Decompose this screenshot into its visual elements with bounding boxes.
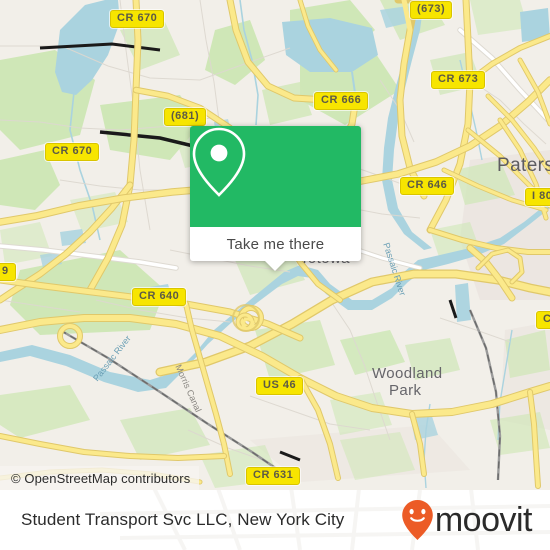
popup-footer[interactable]: Take me there <box>190 227 361 261</box>
map-pin-icon <box>192 127 246 197</box>
moovit-logo[interactable]: moovit <box>401 499 533 541</box>
road-shield: I 80 <box>525 188 550 206</box>
road-shield: (681) <box>164 108 207 126</box>
road-shield: CR 646 <box>400 177 455 195</box>
footer-bar: Student Transport Svc LLC, New York City… <box>0 490 550 550</box>
road-shield: CR 670 <box>110 10 165 28</box>
place-title: Student Transport Svc LLC, New York City <box>21 510 345 529</box>
attribution-bar: © OpenStreetMap contributors <box>0 466 200 490</box>
moovit-smiley-pin-icon <box>402 500 433 540</box>
road-shield: US 46 <box>256 377 304 395</box>
moovit-wordmark: moovit <box>434 501 533 539</box>
road-shield: CR 673 <box>431 71 486 89</box>
popup-header <box>190 126 361 227</box>
attribution-text: © OpenStreetMap contributors <box>11 470 191 486</box>
road-shield: CR 640 <box>132 288 187 306</box>
road-shield: 9 <box>0 263 16 281</box>
road-shield: CR 631 <box>246 467 301 485</box>
road-shield: CR <box>536 311 550 329</box>
take-me-there-label: Take me there <box>226 235 325 253</box>
popup-tail <box>264 260 286 271</box>
map-page: .park { fill:#cfe7b7; } .park2 { fill:#d… <box>0 0 550 550</box>
road-shield: CR 670 <box>45 143 100 161</box>
map-canvas[interactable]: .park { fill:#cfe7b7; } .park2 { fill:#d… <box>0 0 550 490</box>
location-popup-card[interactable]: Take me there <box>190 126 361 271</box>
road-shield: CR 666 <box>314 92 369 110</box>
road-shield: (673) <box>410 1 453 19</box>
